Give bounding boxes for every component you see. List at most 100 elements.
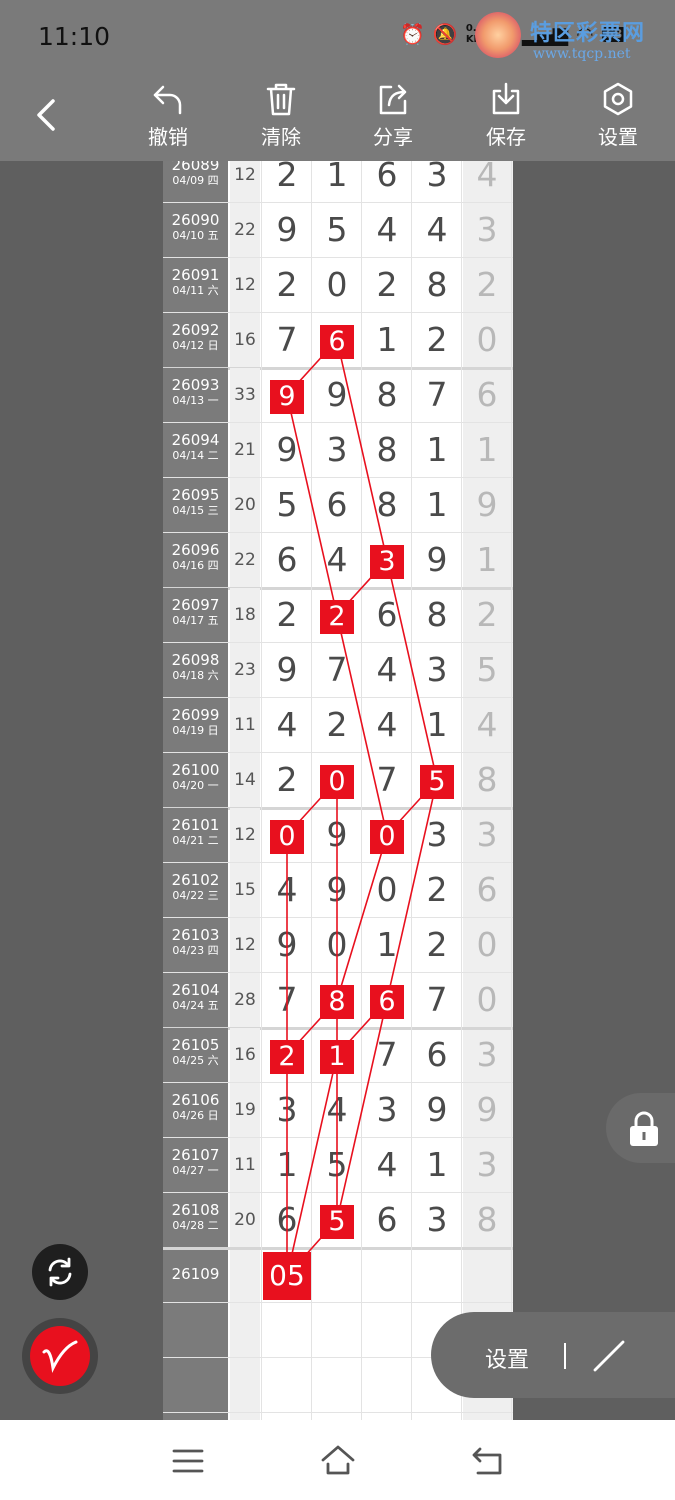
digit-cell[interactable]: 6 [412,1028,462,1082]
digit-cell[interactable]: 3 [262,1083,312,1137]
digit-cell[interactable]: 9 [412,533,462,587]
highlighted-digit[interactable]: 0 [312,753,362,807]
digit-cell[interactable]: 4 [462,698,512,752]
digit-cell[interactable]: 9 [262,203,312,257]
digit-cell[interactable]: 3 [412,1193,462,1247]
digit-cell[interactable]: 6 [262,533,312,587]
digit-cell[interactable]: 8 [462,1193,512,1247]
digit-cell[interactable]: 6 [362,161,412,202]
digit-cell[interactable]: 3 [462,1028,512,1082]
lock-button[interactable] [606,1093,675,1163]
digit-cell[interactable]: 3 [462,203,512,257]
digit-cell[interactable]: 9 [312,368,362,422]
digit-cell[interactable]: 6 [312,478,362,532]
digit-cell[interactable]: 2 [262,588,312,642]
draw-settings-pill[interactable]: 设置 [431,1312,675,1398]
digit-cell[interactable]: 1 [412,478,462,532]
digit-cell[interactable]: 4 [362,203,412,257]
back-button[interactable] [28,95,68,135]
digit-cell[interactable]: 3 [462,1138,512,1192]
home-icon[interactable] [320,1444,356,1476]
digit-cell[interactable]: 7 [412,973,462,1027]
digit-cell[interactable]: 8 [462,753,512,807]
digit-cell[interactable]: 9 [462,478,512,532]
digit-cell[interactable]: 4 [262,863,312,917]
highlighted-digit[interactable]: 3 [362,533,412,587]
rotate-button[interactable] [32,1244,88,1300]
digit-cell[interactable]: 1 [412,423,462,477]
share-button[interactable]: 分享 [353,81,433,159]
highlighted-digit[interactable]: 6 [312,313,362,367]
digit-cell[interactable]: 4 [412,203,462,257]
digit-cell[interactable]: 5 [312,203,362,257]
line-tool-icon[interactable] [591,1338,627,1374]
digit-cell[interactable]: 9 [262,423,312,477]
digit-cell[interactable]: 6 [362,588,412,642]
highlighted-digit[interactable]: 6 [362,973,412,1027]
settings-button[interactable]: 设置 [578,81,658,159]
digit-cell[interactable]: 1 [462,423,512,477]
digit-cell[interactable]: 9 [262,643,312,697]
digit-cell[interactable]: 0 [312,258,362,312]
digit-cell[interactable]: 7 [412,368,462,422]
lottery-chart[interactable]: 26089 04/09 四 12 2 1 6 3 4 26090 04/10 五 22 9 5 4 4 3 26… [163,161,513,1420]
highlighted-digit[interactable]: 2 [262,1028,312,1082]
undo-button[interactable]: 撤销 [128,81,208,159]
digit-cell[interactable]: 1 [412,1138,462,1192]
highlighted-digit[interactable]: 2 [312,588,362,642]
digit-cell[interactable]: 5 [462,643,512,697]
digit-cell[interactable]: 3 [412,643,462,697]
pen-button[interactable] [22,1318,98,1394]
highlighted-digit[interactable]: 5 [312,1193,362,1247]
back-nav-icon[interactable] [470,1446,504,1476]
digit-cell[interactable]: 2 [412,863,462,917]
digit-cell[interactable]: 2 [262,258,312,312]
digit-cell[interactable]: 4 [462,161,512,202]
draw-settings-label[interactable]: 设置 [485,1342,529,1374]
digit-cell[interactable]: 1 [312,161,362,202]
digit-cell[interactable]: 2 [462,588,512,642]
digit-cell[interactable]: 6 [462,368,512,422]
digit-cell[interactable]: 3 [362,1083,412,1137]
digit-cell[interactable]: 0 [462,313,512,367]
clear-button[interactable]: 清除 [241,81,321,159]
digit-cell[interactable]: 4 [362,643,412,697]
digit-cell[interactable]: 1 [462,533,512,587]
digit-cell[interactable]: 0 [362,863,412,917]
save-button[interactable]: 保存 [466,81,546,159]
digit-cell[interactable]: 2 [462,258,512,312]
digit-cell[interactable]: 5 [262,478,312,532]
highlighted-digit[interactable]: 0 [362,808,412,862]
digit-cell[interactable]: 2 [262,753,312,807]
prediction-badge[interactable]: 05 [263,1252,311,1300]
digit-cell[interactable]: 7 [362,1028,412,1082]
digit-cell[interactable]: 0 [462,973,512,1027]
digit-cell[interactable]: 2 [262,161,312,202]
digit-cell[interactable]: 3 [312,423,362,477]
digit-cell[interactable]: 1 [362,918,412,972]
digit-cell[interactable]: 6 [462,863,512,917]
digit-cell[interactable]: 7 [312,643,362,697]
digit-cell[interactable]: 8 [362,478,412,532]
digit-cell[interactable]: 8 [412,258,462,312]
digit-cell[interactable]: 9 [312,863,362,917]
digit-cell[interactable]: 2 [412,918,462,972]
digit-cell[interactable]: 6 [362,1193,412,1247]
digit-cell[interactable]: 4 [362,1138,412,1192]
digit-cell[interactable]: 2 [412,313,462,367]
digit-cell[interactable]: 8 [362,423,412,477]
highlighted-digit[interactable]: 9 [262,368,312,422]
digit-cell[interactable]: 9 [412,1083,462,1137]
highlighted-digit[interactable]: 5 [412,753,462,807]
digit-cell[interactable]: 0 [462,918,512,972]
digit-cell[interactable]: 1 [412,698,462,752]
digit-cell[interactable]: 8 [412,588,462,642]
digit-cell[interactable]: 7 [262,313,312,367]
highlighted-digit[interactable]: 1 [312,1028,362,1082]
digit-cell[interactable]: 4 [312,533,362,587]
digit-cell[interactable]: 5 [312,1138,362,1192]
menu-icon[interactable] [172,1448,204,1474]
digit-cell[interactable]: 0 [312,918,362,972]
digit-cell[interactable]: 4 [362,698,412,752]
digit-cell[interactable]: 9 [312,808,362,862]
